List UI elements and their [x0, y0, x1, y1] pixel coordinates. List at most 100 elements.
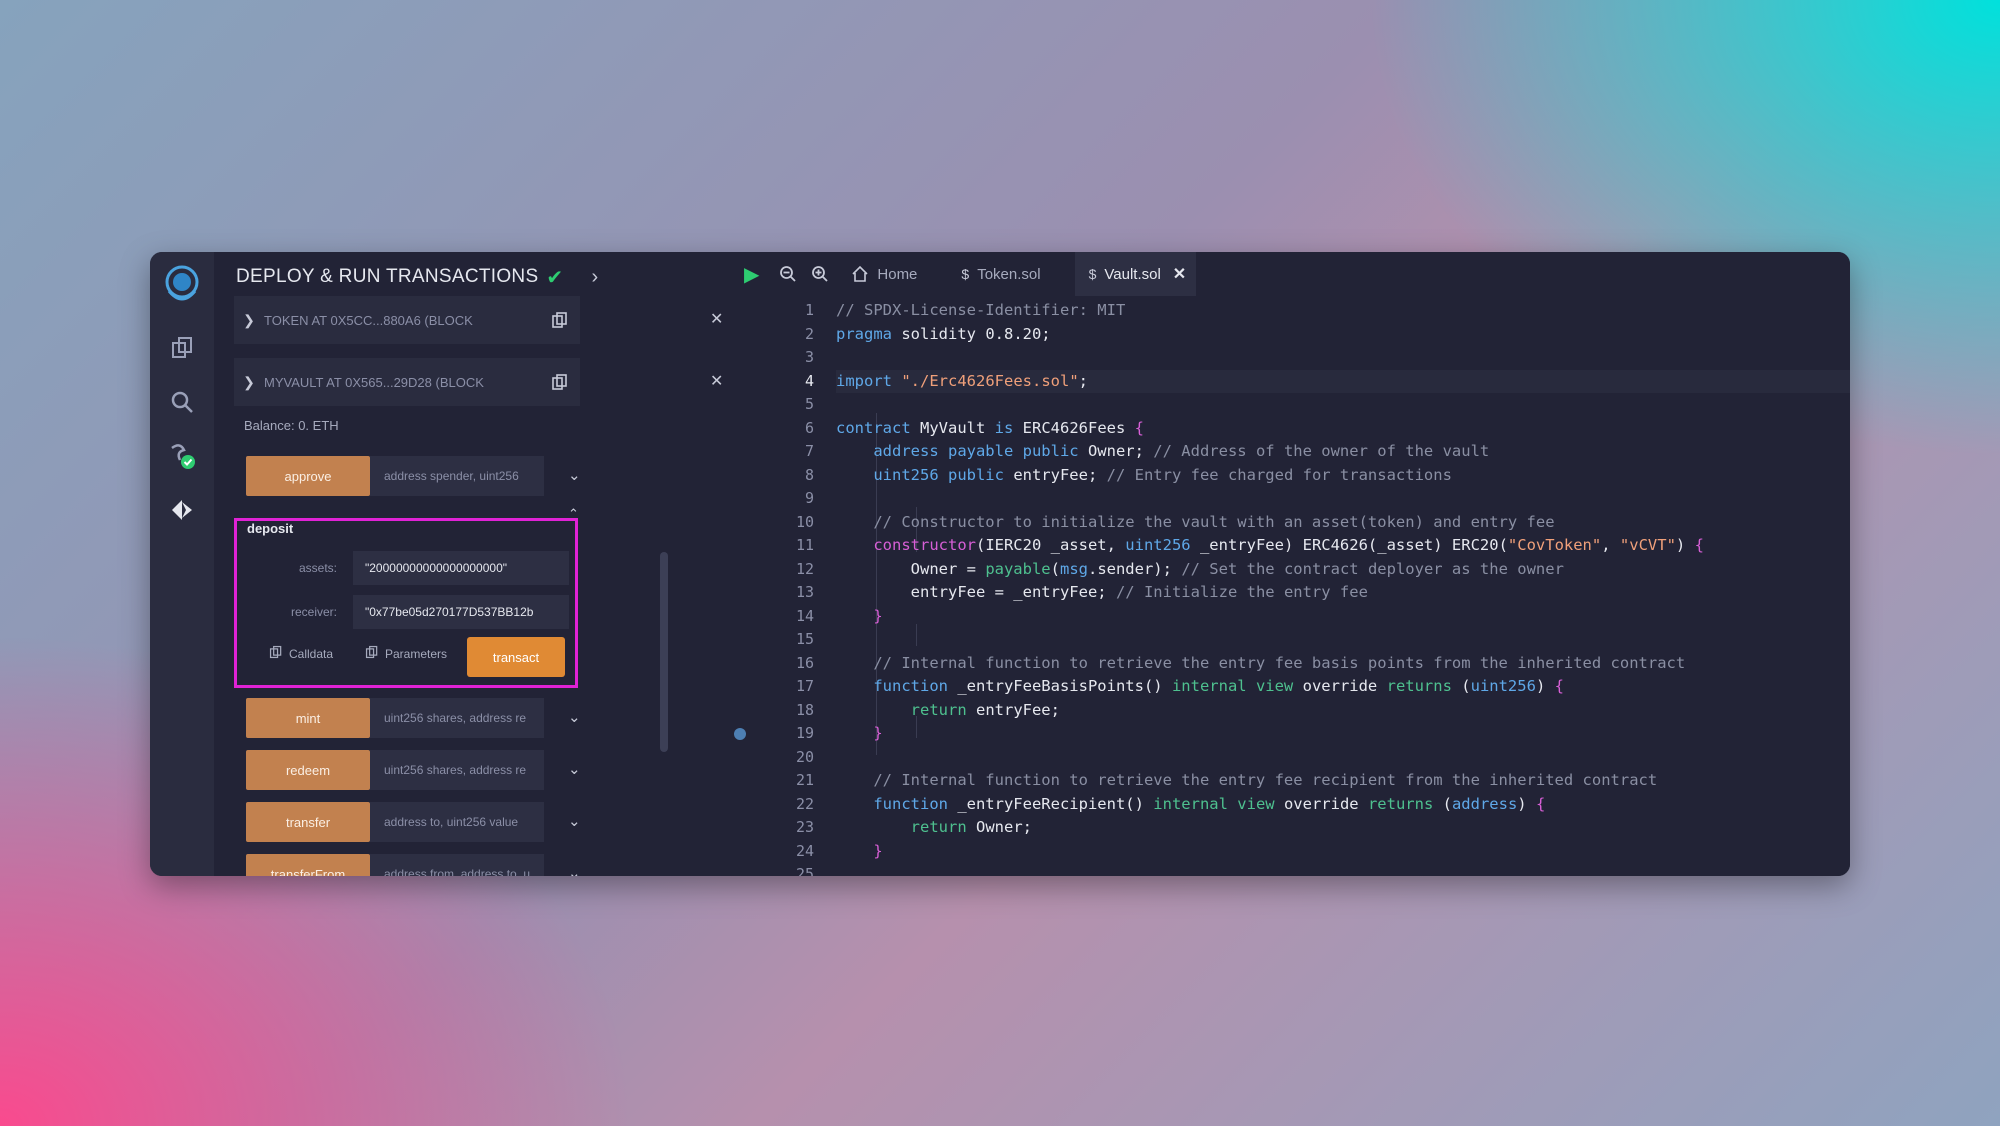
approve-button[interactable]: approve — [246, 456, 370, 496]
line-number[interactable]: 3 — [754, 346, 814, 370]
transfer-args-input[interactable]: address to, uint256 value — [370, 802, 544, 842]
code-line[interactable]: entryFee = _entryFee; // Initialize the … — [836, 581, 1850, 605]
solidity-icon: $ — [1088, 266, 1097, 282]
redeem-button[interactable]: redeem — [246, 750, 370, 790]
code-line[interactable] — [836, 863, 1850, 876]
chevron-up-icon[interactable]: ⌃ — [568, 506, 579, 522]
line-number[interactable]: 8 — [754, 464, 814, 488]
parameters-copy-button[interactable]: Parameters — [365, 645, 447, 662]
code-line[interactable]: } — [836, 722, 1850, 746]
chevron-down-icon[interactable]: ⌄ — [568, 466, 581, 484]
line-number[interactable]: 23 — [754, 816, 814, 840]
tab-token-sol[interactable]: $ Token.sol — [931, 252, 1074, 296]
code-line[interactable]: function _entryFeeBasisPoints() internal… — [836, 675, 1850, 699]
transferfrom-args-input[interactable]: address from, address to, u — [370, 854, 544, 876]
code-line[interactable]: // SPDX-License-Identifier: MIT — [836, 299, 1850, 323]
line-number[interactable]: 6 — [754, 417, 814, 441]
code-area[interactable]: // SPDX-License-Identifier: MIT pragma so… — [836, 296, 1850, 876]
chevron-down-icon[interactable]: ⌄ — [568, 708, 581, 726]
line-number[interactable]: 10 — [754, 511, 814, 535]
code-line[interactable]: pragma solidity 0.8.20; — [836, 323, 1850, 347]
line-number[interactable]: 16 — [754, 652, 814, 676]
code-line[interactable]: } — [836, 840, 1850, 864]
code-line[interactable]: import "./Erc4626Fees.sol"; — [836, 369, 1850, 393]
code-token: // Entry fee charged for transactions — [1106, 465, 1452, 484]
assets-input[interactable]: "20000000000000000000" — [353, 551, 569, 585]
panel-scrollbar[interactable] — [660, 552, 668, 752]
line-number[interactable]: 4 — [754, 370, 814, 394]
remix-logo-icon[interactable] — [158, 260, 206, 308]
redeem-args-input[interactable]: uint256 shares, address re — [370, 750, 544, 790]
compiler-icon[interactable] — [164, 438, 200, 474]
icon-panel — [150, 252, 214, 876]
zoom-out-button[interactable] — [773, 252, 803, 296]
code-line[interactable]: // Internal function to retrieve the ent… — [836, 769, 1850, 793]
close-tab-icon[interactable]: ✕ — [1173, 264, 1186, 284]
line-number[interactable]: 9 — [754, 487, 814, 511]
file-explorer-icon[interactable] — [164, 330, 200, 366]
line-number[interactable]: 11 — [754, 534, 814, 558]
code-line[interactable] — [836, 346, 1850, 370]
line-number[interactable]: 7 — [754, 440, 814, 464]
code-line[interactable]: Owner = payable(msg.sender); // Set the … — [836, 558, 1850, 582]
code-line[interactable]: constructor(IERC20 _asset, uint256 _entr… — [836, 534, 1850, 558]
code-line[interactable]: // Constructor to initialize the vault w… — [836, 511, 1850, 535]
line-number[interactable]: 22 — [754, 793, 814, 817]
code-line[interactable] — [836, 628, 1850, 652]
code-line[interactable]: // Internal function to retrieve the ent… — [836, 652, 1850, 676]
breakpoint-marker[interactable] — [734, 728, 746, 740]
mint-args-input[interactable]: uint256 shares, address re — [370, 698, 544, 738]
tab-vault-sol[interactable]: $ Vault.sol ✕ — [1074, 252, 1197, 296]
chevron-down-icon[interactable]: ❯ — [234, 374, 264, 391]
code-line[interactable] — [836, 393, 1850, 417]
line-number[interactable]: 20 — [754, 746, 814, 770]
transfer-button[interactable]: transfer — [246, 802, 370, 842]
line-number[interactable]: 13 — [754, 581, 814, 605]
chevron-down-icon[interactable]: ⌄ — [568, 812, 581, 830]
line-number[interactable]: 14 — [754, 605, 814, 629]
code-line[interactable]: function _entryFeeRecipient() internal v… — [836, 793, 1850, 817]
chevron-down-icon[interactable]: ⌄ — [568, 760, 581, 778]
receiver-input[interactable]: "0x77be05d270177D537BB12b — [353, 595, 569, 629]
code-token: returns — [1367, 794, 1434, 813]
chevron-down-icon[interactable]: ⌄ — [568, 864, 581, 876]
transferfrom-button[interactable]: transferFrom — [246, 854, 370, 876]
mint-button[interactable]: mint — [246, 698, 370, 738]
close-instance-icon[interactable]: ✕ — [710, 309, 723, 329]
code-line[interactable]: return Owner; — [836, 816, 1850, 840]
close-instance-icon[interactable]: ✕ — [710, 371, 723, 391]
line-number[interactable]: 12 — [754, 558, 814, 582]
transact-button[interactable]: transact — [467, 637, 565, 677]
line-number[interactable]: 25 — [754, 863, 814, 876]
code-line[interactable]: } — [836, 605, 1850, 629]
line-number[interactable]: 24 — [754, 840, 814, 864]
code-line[interactable] — [836, 487, 1850, 511]
zoom-in-button[interactable] — [803, 252, 837, 296]
deploy-run-icon[interactable] — [164, 492, 200, 528]
code-line[interactable] — [836, 746, 1850, 770]
copy-icon[interactable] — [540, 373, 580, 391]
line-number[interactable]: 5 — [754, 393, 814, 417]
tab-home[interactable]: Home — [837, 252, 931, 296]
instance-token[interactable]: ❯ TOKEN AT 0X5CC...880A6 (BLOCK — [234, 296, 580, 344]
code-line[interactable]: address payable public Owner; // Address… — [836, 440, 1850, 464]
calldata-copy-button[interactable]: Calldata — [269, 645, 333, 662]
line-number[interactable]: 1 — [754, 299, 814, 323]
line-number[interactable]: 19 — [754, 722, 814, 746]
chevron-right-icon[interactable]: › — [591, 266, 598, 289]
code-line[interactable]: return entryFee; — [836, 699, 1850, 723]
copy-icon[interactable] — [540, 311, 580, 329]
line-number[interactable]: 15 — [754, 628, 814, 652]
check-icon: ✔ — [546, 266, 564, 289]
code-line[interactable]: uint256 public entryFee; // Entry fee ch… — [836, 464, 1850, 488]
chevron-right-icon[interactable]: ❯ — [234, 312, 264, 329]
line-number[interactable]: 17 — [754, 675, 814, 699]
line-number[interactable]: 18 — [754, 699, 814, 723]
code-line[interactable]: contract MyVault is ERC4626Fees { — [836, 417, 1850, 441]
search-icon[interactable] — [164, 384, 200, 420]
line-number[interactable]: 21 — [754, 769, 814, 793]
run-script-button[interactable]: ▶ — [726, 252, 773, 296]
instance-myvault[interactable]: ❯ MYVAULT AT 0X565...29D28 (BLOCK — [234, 358, 580, 406]
approve-args-input[interactable]: address spender, uint256 — [370, 456, 544, 496]
line-number[interactable]: 2 — [754, 323, 814, 347]
